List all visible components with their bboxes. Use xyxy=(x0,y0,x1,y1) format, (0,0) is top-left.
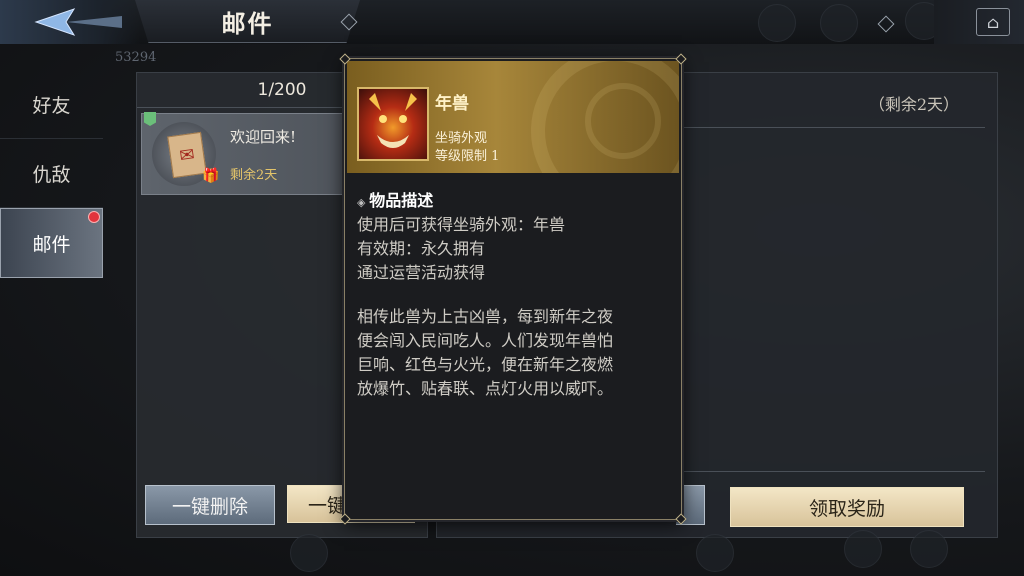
mount-icon xyxy=(357,87,429,161)
welfare-icon[interactable] xyxy=(758,4,796,42)
unread-flag-icon xyxy=(144,112,156,126)
gift-icon: 🎁 xyxy=(202,168,220,184)
divider xyxy=(683,471,985,472)
tab-label: 仇敌 xyxy=(32,163,71,186)
description-header: ◈ 物品描述 xyxy=(357,187,433,211)
decor-ring xyxy=(585,83,661,159)
home-button[interactable]: ⌂ xyxy=(934,0,1024,44)
diamond-bullet-icon: ◈ xyxy=(357,196,370,209)
currency-counter: 53294 xyxy=(115,50,157,65)
button-label: 领取奖励 xyxy=(808,497,885,520)
item-name: 年兽 xyxy=(435,94,469,114)
description-line: 便会闯入民间吃人。人们发现年兽怕 xyxy=(357,331,614,350)
beast-face-icon xyxy=(369,93,417,148)
divider xyxy=(683,127,985,128)
description-line: 相传此兽为上古凶兽，每到新年之夜 xyxy=(357,307,614,326)
button-label: 一键 xyxy=(308,494,347,517)
tooltip-header: 年兽 坐骑外观 等级限制 1 xyxy=(347,61,679,173)
martial-icon[interactable] xyxy=(844,530,882,568)
back-arrow-icon xyxy=(34,8,122,36)
voice-icon[interactable] xyxy=(696,534,734,572)
menu-ornament-icon xyxy=(877,15,895,33)
detail-remaining: （剩余2天） xyxy=(868,95,959,114)
letter-seal-icon: ✉ xyxy=(167,131,207,179)
description-line: 有效期：永久拥有 xyxy=(357,239,486,258)
claim-reward-button[interactable]: 领取奖励 xyxy=(730,487,964,527)
chat-icon[interactable] xyxy=(290,534,328,572)
description-title: 物品描述 xyxy=(369,191,434,210)
tab-friends[interactable]: 好友 xyxy=(0,70,103,139)
mail-title: 欢迎回来! xyxy=(230,128,297,146)
home-pavilion-icon: ⌂ xyxy=(976,8,1010,36)
tab-enemies[interactable]: 仇敌 xyxy=(0,139,103,208)
side-tabs: 好友 仇敌 邮件 xyxy=(0,70,103,278)
top-bar: 邮件 ⌂ xyxy=(0,0,1024,44)
delete-all-button[interactable]: 一键删除 xyxy=(145,485,275,525)
description-line: 巨响、红色与火光，便在新年之夜燃 xyxy=(357,355,614,374)
formation-icon[interactable] xyxy=(910,530,948,568)
shop-icon[interactable] xyxy=(820,4,858,42)
mail-remaining: 剩余2天 xyxy=(230,168,278,183)
tab-label: 邮件 xyxy=(32,233,71,256)
tab-mail[interactable]: 邮件 xyxy=(0,208,103,278)
unread-dot-icon xyxy=(88,211,100,223)
item-tooltip: 年兽 坐骑外观 等级限制 1 ◈ 物品描述 使用后可获得坐骑外观：年兽 有效期：… xyxy=(339,53,687,525)
button-label: 一键删除 xyxy=(171,495,248,518)
back-button[interactable] xyxy=(0,0,140,44)
description-line: 通过运营活动获得 xyxy=(357,263,486,282)
item-level: 等级限制 1 xyxy=(435,149,500,164)
item-type: 坐骑外观 xyxy=(435,131,488,146)
tab-label: 好友 xyxy=(32,94,71,117)
description-line: 使用后可获得坐骑外观：年兽 xyxy=(357,215,566,234)
description-line: 放爆竹、贴春联、点灯火用以威吓。 xyxy=(357,379,614,398)
page-title: 邮件 xyxy=(221,9,274,38)
